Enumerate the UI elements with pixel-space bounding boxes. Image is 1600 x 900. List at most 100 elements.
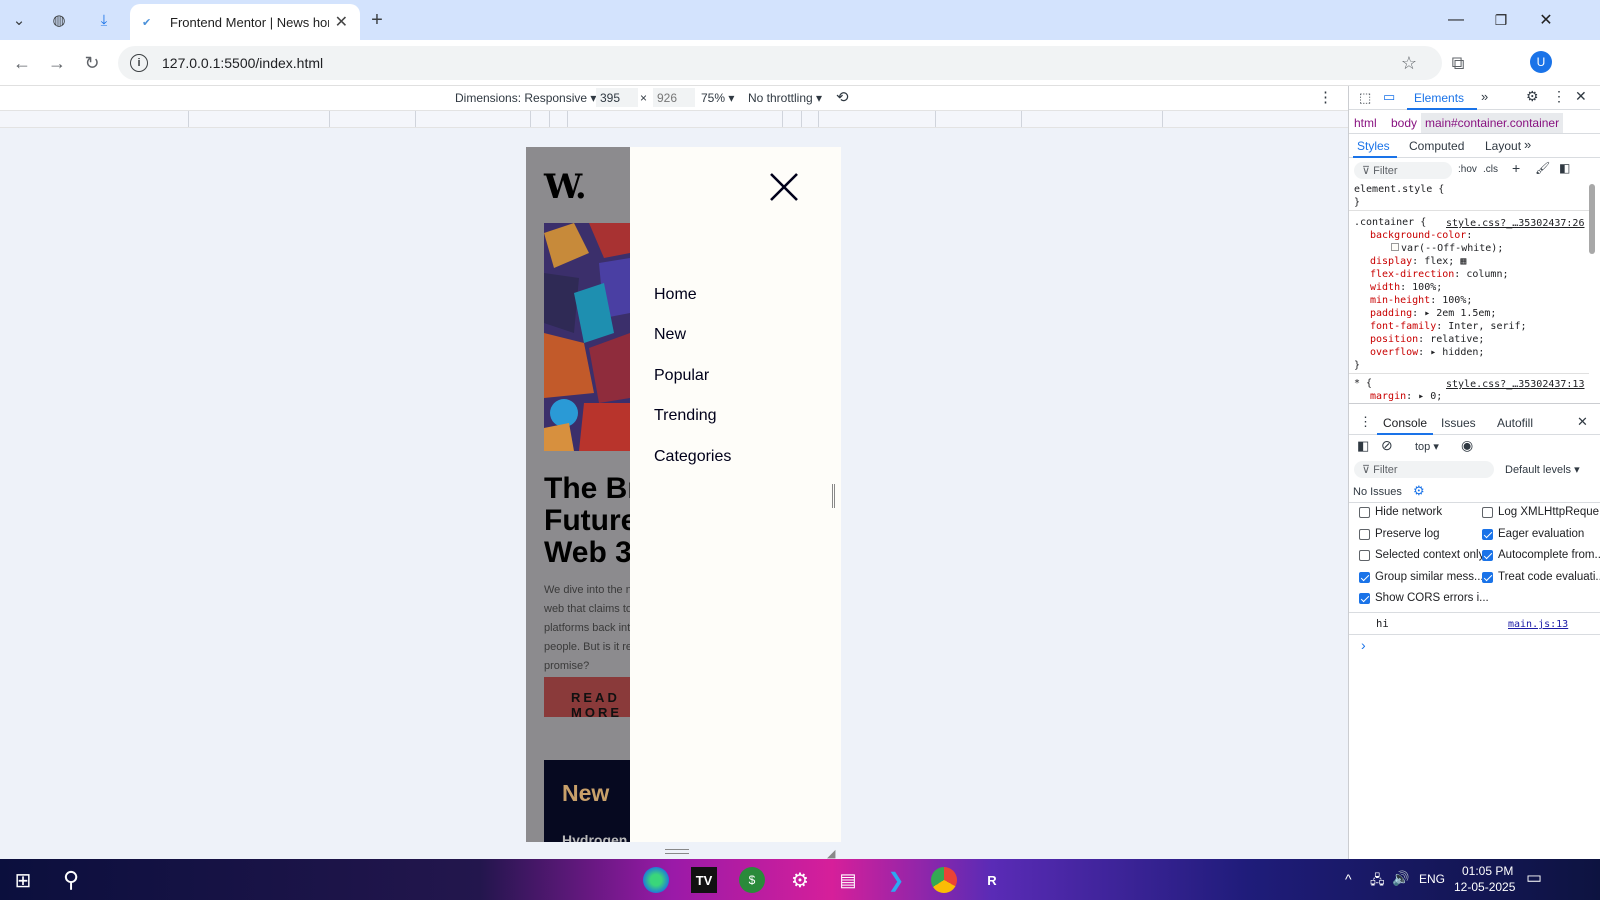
- extensions-icon[interactable]: ⧉: [1445, 50, 1471, 76]
- tab-elements[interactable]: Elements: [1414, 91, 1464, 105]
- site-info-icon[interactable]: i: [130, 54, 148, 72]
- devtools-menu-icon[interactable]: ⋮: [1552, 88, 1566, 105]
- edge-icon[interactable]: [643, 867, 669, 893]
- devtools-close-icon[interactable]: ✕: [1575, 88, 1587, 105]
- more-tabs-icon[interactable]: »: [1481, 89, 1488, 104]
- rotate-icon[interactable]: ⟲: [836, 88, 849, 106]
- checkbox[interactable]: [1359, 528, 1370, 540]
- checkbox[interactable]: [1482, 507, 1493, 518]
- device-more-icon[interactable]: ⋮: [1318, 88, 1333, 106]
- rule2-source-link[interactable]: style.css?_…35302437:13: [1446, 379, 1584, 390]
- drawer-menu-icon[interactable]: ⋮: [1359, 414, 1372, 430]
- forward-icon[interactable]: →: [44, 50, 70, 76]
- css-prop-position[interactable]: position: relative;: [1370, 334, 1484, 345]
- restore-icon[interactable]: ❐: [1481, 8, 1521, 32]
- mt5-icon[interactable]: $: [739, 867, 765, 893]
- device-toggle-icon[interactable]: ▭: [1383, 89, 1395, 105]
- paint-icon[interactable]: 🖌: [1535, 161, 1550, 175]
- css-prop-bg[interactable]: background-color:: [1370, 230, 1472, 241]
- drawer-close-icon[interactable]: ✕: [1577, 414, 1588, 430]
- download-tab-icon[interactable]: ⤓: [93, 9, 115, 31]
- container-selector[interactable]: .container {: [1354, 217, 1426, 228]
- menu-item-popular[interactable]: Popular: [654, 367, 709, 385]
- sidebar-toggle-icon[interactable]: ◧: [1559, 161, 1570, 175]
- windows-start-icon[interactable]: ⊞: [10, 867, 36, 893]
- language-indicator[interactable]: ENG: [1419, 872, 1445, 886]
- search-icon[interactable]: ⚲: [58, 867, 84, 893]
- console-prompt[interactable]: ›: [1361, 637, 1366, 653]
- media-query-ruler[interactable]: [0, 110, 1348, 128]
- height-input[interactable]: 926: [653, 88, 695, 107]
- resize-handle-bottom[interactable]: [665, 849, 689, 854]
- terminal-app-icon[interactable]: R: [979, 867, 1005, 893]
- network-icon[interactable]: 🖧: [1370, 871, 1385, 893]
- reload-icon[interactable]: ↻: [79, 50, 105, 76]
- tab-autofill[interactable]: Autofill: [1497, 416, 1533, 430]
- styles-filter-input[interactable]: ⊽ Filter: [1354, 162, 1452, 179]
- browser-tab-active[interactable]: ✔ Frontend Mentor | News homepage ✕: [130, 4, 360, 40]
- zoom-select[interactable]: 75% ▾: [701, 91, 734, 105]
- menu-item-new[interactable]: New: [654, 326, 686, 344]
- checkbox[interactable]: [1359, 593, 1370, 604]
- checkbox[interactable]: [1482, 550, 1493, 561]
- window-close-icon[interactable]: ✕: [1526, 8, 1566, 32]
- more-subtabs-icon[interactable]: »: [1524, 137, 1531, 152]
- live-expression-eye-icon[interactable]: ◉: [1461, 437, 1473, 454]
- new-tab-icon[interactable]: +: [366, 9, 388, 31]
- clear-console-icon[interactable]: ⊘: [1381, 437, 1393, 454]
- dimensions-select[interactable]: Dimensions: Responsive ▾: [455, 91, 596, 105]
- checkbox[interactable]: [1359, 571, 1370, 583]
- resize-handle-right[interactable]: [832, 484, 835, 508]
- css-prop-overflow[interactable]: overflow: ▸ hidden;: [1370, 347, 1484, 358]
- checkbox[interactable]: [1482, 571, 1493, 583]
- tray-chevron-icon[interactable]: ^: [1345, 871, 1352, 887]
- css-prop-min-height[interactable]: min-height: 100%;: [1370, 295, 1472, 306]
- globe-tab-icon[interactable]: ◍: [48, 9, 70, 31]
- new-item-title[interactable]: Hydrogen: [562, 832, 627, 842]
- menu-item-home[interactable]: Home: [654, 286, 697, 304]
- tradingview-icon[interactable]: TV: [691, 867, 717, 893]
- tab-search-icon[interactable]: ⌄: [8, 9, 30, 31]
- tab-issues[interactable]: Issues: [1441, 416, 1476, 430]
- css-prop-font-family[interactable]: font-family: Inter, serif;: [1370, 321, 1527, 332]
- log-source-link[interactable]: main.js:13: [1508, 619, 1568, 630]
- css-prop-width[interactable]: width: 100%;: [1370, 282, 1442, 293]
- avatar[interactable]: U: [1530, 51, 1552, 73]
- back-icon[interactable]: ←: [9, 50, 35, 76]
- css-prop-padding[interactable]: padding: ▸ 2em 1.5em;: [1370, 308, 1496, 319]
- throttling-select[interactable]: No throttling ▾: [748, 91, 822, 105]
- console-filter-input[interactable]: ⊽ Filter: [1354, 461, 1494, 478]
- menu-item-trending[interactable]: Trending: [654, 407, 717, 425]
- console-settings-icon[interactable]: ⚙: [1413, 483, 1425, 499]
- tab-close-icon[interactable]: ✕: [335, 12, 348, 32]
- minimize-icon[interactable]: —: [1436, 8, 1476, 32]
- notifications-icon[interactable]: ▭: [1526, 868, 1542, 888]
- breadcrumb-html[interactable]: html: [1354, 116, 1377, 130]
- color-swatch-icon[interactable]: [1391, 243, 1399, 251]
- breadcrumb-body[interactable]: body: [1391, 116, 1417, 130]
- chrome-icon[interactable]: [931, 867, 957, 893]
- context-select[interactable]: top ▾: [1415, 440, 1439, 453]
- clock-date[interactable]: 12-05-2025: [1454, 880, 1515, 894]
- new-rule-icon[interactable]: +: [1512, 160, 1520, 176]
- width-input[interactable]: 395: [596, 88, 638, 107]
- log-levels-select[interactable]: Default levels ▾: [1505, 463, 1580, 476]
- css-prop-display[interactable]: display: flex; ▦: [1370, 256, 1466, 267]
- resize-handle-corner[interactable]: ◢: [827, 847, 839, 860]
- hov-toggle[interactable]: :hov: [1458, 164, 1477, 175]
- checkbox[interactable]: [1359, 507, 1370, 518]
- rule1-source-link[interactable]: style.css?_…35302437:26: [1446, 218, 1584, 229]
- read-more-button[interactable]: READ MORE: [544, 677, 630, 720]
- site-logo[interactable]: W.: [544, 167, 587, 207]
- volume-icon[interactable]: 🔊: [1392, 870, 1409, 887]
- settings-gear-icon[interactable]: ⚙: [1526, 88, 1539, 105]
- settings-icon[interactable]: ⚙: [787, 867, 813, 893]
- breadcrumb-main[interactable]: main#container.container: [1421, 113, 1564, 133]
- css-prop-flex-direction[interactable]: flex-direction: column;: [1370, 269, 1509, 280]
- css-prop-bg-value[interactable]: var(--Off-white);: [1391, 243, 1503, 254]
- element-style-selector[interactable]: element.style {: [1354, 184, 1444, 195]
- universal-selector[interactable]: * {: [1354, 378, 1372, 389]
- clock-time[interactable]: 01:05 PM: [1462, 864, 1513, 878]
- vscode-icon[interactable]: ❯: [883, 867, 909, 893]
- styles-scrollbar[interactable]: [1589, 184, 1595, 254]
